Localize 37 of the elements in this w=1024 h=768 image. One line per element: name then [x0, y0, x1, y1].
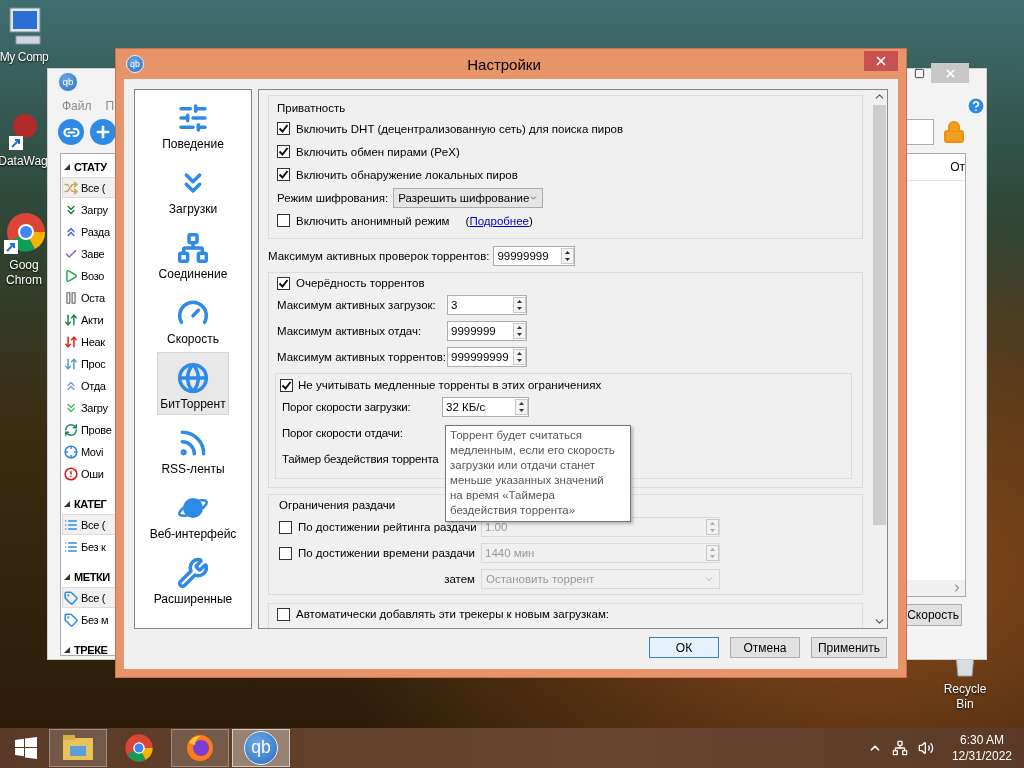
group-title: Приватность	[277, 101, 346, 116]
field-label: Максимум активных торрентов:	[277, 351, 447, 363]
option-label: Включить анонимный режим	[296, 214, 450, 227]
bracket-text: (	[465, 214, 470, 227]
option-label: Не учитывать медленные торренты в этих ограничениях	[298, 379, 602, 391]
field-label: Максимум активных проверок торрентов:	[268, 250, 490, 262]
group-title: Ограничения раздачи	[279, 498, 396, 513]
icon-label: DataWag	[0, 154, 48, 169]
option-label: Автоматически добавлять эти трекеры к новым загрузкам:	[296, 608, 609, 620]
icon-label: Recycle Bin	[942, 682, 988, 712]
field-label: Максимум активных отдач:	[277, 325, 422, 337]
icon-label: My Comp	[0, 50, 49, 65]
window-title: Настройки	[466, 55, 542, 73]
option-label: Очерёдность торрентов	[296, 277, 425, 289]
icon-label: Goog Chrom	[5, 258, 43, 288]
section-title: ТРЕКЕ	[74, 644, 108, 656]
field-label: затем	[444, 573, 476, 585]
option-label: Включить обнаружение локальных пиров	[296, 168, 518, 181]
field-label: Режим шифрования:	[277, 191, 389, 204]
date-text: 12/31/2022	[951, 748, 1012, 764]
section-title: СТАТУ	[74, 161, 107, 173]
field-label: Порог скорости отдачи:	[281, 427, 403, 439]
option-label: По достижении рейтинга раздачи	[298, 521, 477, 533]
app-logo: qb	[126, 55, 144, 73]
bracket-text: )	[529, 214, 533, 227]
tooltip: Торрент будет считаться медленным, если его скорость загрузки или отдачи станет меньше указанных значений на время «Таймера бездействия торрента»	[445, 425, 631, 522]
time-text: 6:30 AM	[959, 732, 1004, 748]
field-label: Таймер бездействия торрента	[281, 453, 439, 465]
section-title: КАТЕГ	[74, 498, 107, 510]
option-label: Включить обмен пирами (PeX)	[296, 145, 460, 158]
option-label: По достижении времени раздачи	[298, 547, 475, 559]
option-label: Включить DHT (децентрализованную сеть) для поиска пиров	[296, 122, 624, 135]
section-title: МЕТКИ	[74, 571, 110, 583]
field-label: Максимум активных загрузок:	[277, 299, 436, 311]
app-logo: qb	[244, 731, 278, 765]
app-logo: qb	[58, 72, 78, 92]
field-label: Порог скорости загрузки:	[281, 401, 411, 413]
